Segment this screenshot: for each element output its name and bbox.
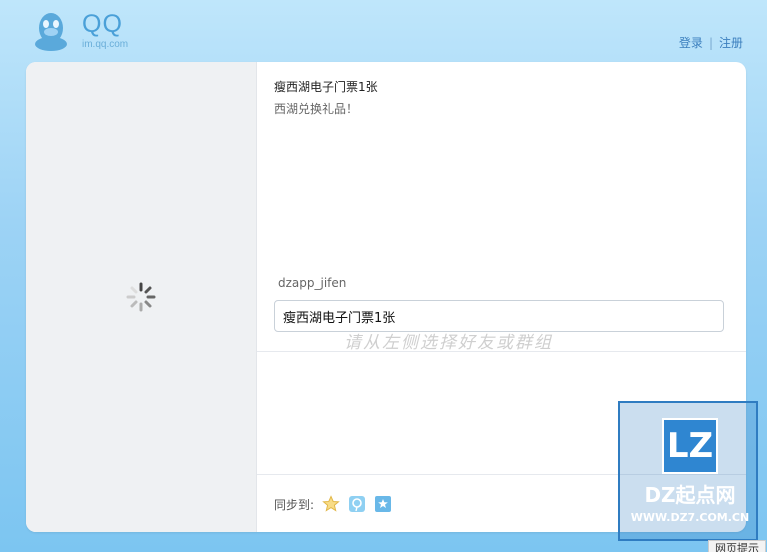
share-description: 西湖兑换礼品！ xyxy=(274,102,359,116)
qzone-star-icon[interactable] xyxy=(322,495,340,513)
brand-subtitle: im.qq.com xyxy=(82,39,129,50)
brand-title: QQ xyxy=(82,10,123,38)
sync-label: 同步到: xyxy=(274,497,315,512)
auth-links: 登录 | 注册 xyxy=(679,34,743,51)
watermark-name: DZ起点网 xyxy=(644,483,736,507)
sync-row: 同步到: xyxy=(274,493,392,515)
watermark-url: WWW.DZ7.COM.CN xyxy=(630,511,750,524)
login-link[interactable]: 登录 xyxy=(679,34,703,51)
brand-text: QQ im.qq.com xyxy=(82,12,128,50)
auth-separator: | xyxy=(708,35,713,50)
webpage-tip[interactable]: 网页提示 xyxy=(708,540,766,552)
app-name-label: dzapp_jifen xyxy=(278,276,347,290)
dz7-watermark: LZ DZ起点网 WWW.DZ7.COM.CN xyxy=(618,401,758,541)
qq-penguin-icon xyxy=(28,10,74,52)
pengyou-icon[interactable] xyxy=(374,495,392,513)
register-link[interactable]: 注册 xyxy=(719,34,743,51)
watermark-badge: LZ xyxy=(662,418,718,474)
divider xyxy=(257,351,746,352)
friend-select-hint: 请从左侧选择好友或群组 xyxy=(344,333,553,353)
loading-spinner-icon xyxy=(124,280,158,314)
tencent-weibo-icon[interactable] xyxy=(348,495,366,513)
qq-logo[interactable]: QQ im.qq.com xyxy=(28,8,168,54)
share-title: 瘦西湖电子门票1张 xyxy=(274,80,378,94)
friend-list-pane[interactable] xyxy=(26,62,257,532)
